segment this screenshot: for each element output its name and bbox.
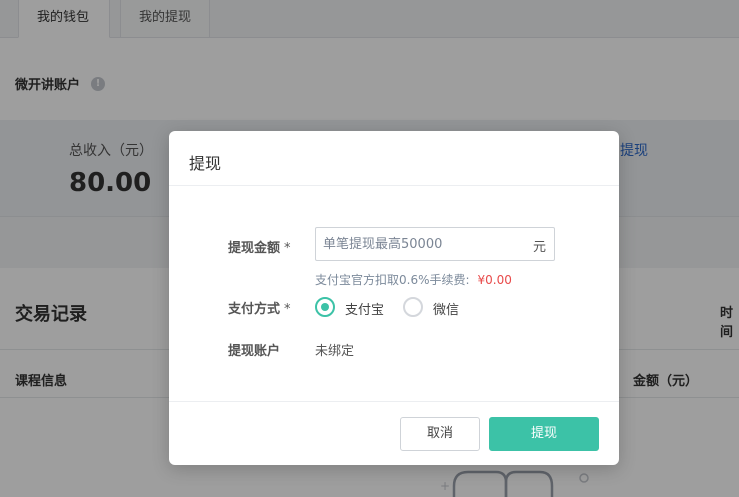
- wechat-radio-label[interactable]: 微信: [433, 299, 459, 318]
- fee-amount: ¥0.00: [477, 273, 512, 287]
- withdraw-dialog: 提现 提现金额* 元 支付宝官方扣取0.6%手续费:¥0.00 支付方式* 支付…: [169, 131, 619, 465]
- wechat-radio[interactable]: [403, 297, 423, 317]
- amount-label-text: 提现金额: [228, 241, 281, 256]
- amount-unit: 元: [532, 240, 546, 255]
- amount-input[interactable]: [316, 228, 526, 260]
- required-mark: *: [284, 302, 291, 317]
- dialog-header: 提现: [169, 131, 619, 186]
- fee-note: 支付宝官方扣取0.6%手续费: ¥0.00: [315, 271, 512, 288]
- amount-field: 元: [315, 227, 555, 261]
- alipay-radio[interactable]: [315, 297, 335, 317]
- alipay-radio-label[interactable]: 支付宝: [345, 299, 384, 318]
- dialog-title: 提现: [189, 154, 222, 173]
- pay-method-label: 支付方式 *: [228, 298, 291, 317]
- dialog-footer-divider: [169, 401, 619, 402]
- submit-withdraw-button[interactable]: 提现: [489, 417, 599, 451]
- pay-method-label-text: 支付方式: [228, 302, 281, 317]
- withdraw-account-label: 提现账户: [228, 344, 281, 359]
- withdraw-account-value: 未绑定: [315, 344, 355, 359]
- fee-note-text: 支付宝官方扣取0.6%手续费:: [315, 273, 470, 287]
- cancel-button[interactable]: 取消: [400, 417, 480, 451]
- required-mark: *: [284, 241, 291, 256]
- amount-label: 提现金额 *: [228, 237, 291, 256]
